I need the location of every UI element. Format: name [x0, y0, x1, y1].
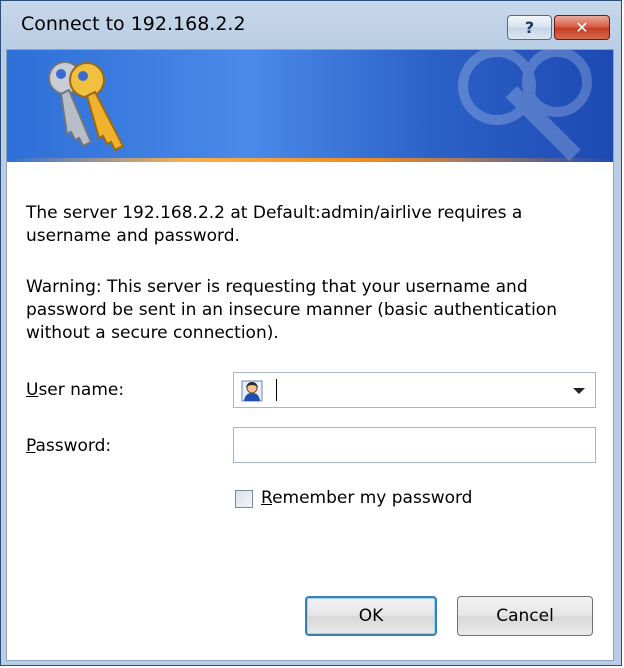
- help-button[interactable]: ?: [507, 15, 552, 40]
- username-combobox[interactable]: [233, 372, 596, 408]
- banner-accent-line: [7, 158, 613, 162]
- ok-button[interactable]: OK: [305, 596, 437, 636]
- banner: [7, 50, 613, 162]
- keys-icon: [48, 61, 125, 152]
- cancel-button-label: Cancel: [496, 606, 554, 626]
- server-info-text: The server 192.168.2.2 at Default:admin/…: [26, 203, 523, 246]
- cancel-button[interactable]: Cancel: [457, 596, 593, 636]
- dialog-client-area: The server 192.168.2.2 at Default:admin/…: [6, 49, 614, 661]
- keys-watermark-icon: [458, 50, 592, 161]
- password-label-text: assword:: [35, 436, 112, 456]
- password-input[interactable]: [233, 427, 596, 463]
- close-icon: ✕: [575, 18, 589, 37]
- text-cursor: [276, 379, 277, 401]
- user-icon: [241, 380, 263, 402]
- remember-password-label[interactable]: Remember my password: [261, 488, 472, 508]
- username-label-text: ser name:: [38, 380, 125, 400]
- remember-password-checkbox[interactable]: [235, 490, 253, 508]
- help-icon: ?: [524, 18, 535, 37]
- window-title: Connect to 192.168.2.2: [21, 13, 246, 35]
- ok-button-label: OK: [358, 606, 384, 626]
- password-label-accel: P: [26, 436, 36, 456]
- connect-dialog: Connect to 192.168.2.2 ? ✕ The server 19…: [0, 0, 622, 666]
- remember-label-accel: R: [261, 488, 273, 508]
- close-button[interactable]: ✕: [554, 15, 610, 40]
- username-label: User name:: [26, 380, 124, 400]
- remember-label-text: emember my password: [272, 488, 473, 508]
- security-warning-text: Warning: This server is requesting that …: [26, 277, 557, 343]
- username-label-accel: U: [26, 380, 39, 400]
- password-label: Password:: [26, 436, 111, 456]
- title-bar[interactable]: Connect to 192.168.2.2 ? ✕: [1, 1, 621, 49]
- chevron-down-icon[interactable]: [573, 388, 585, 394]
